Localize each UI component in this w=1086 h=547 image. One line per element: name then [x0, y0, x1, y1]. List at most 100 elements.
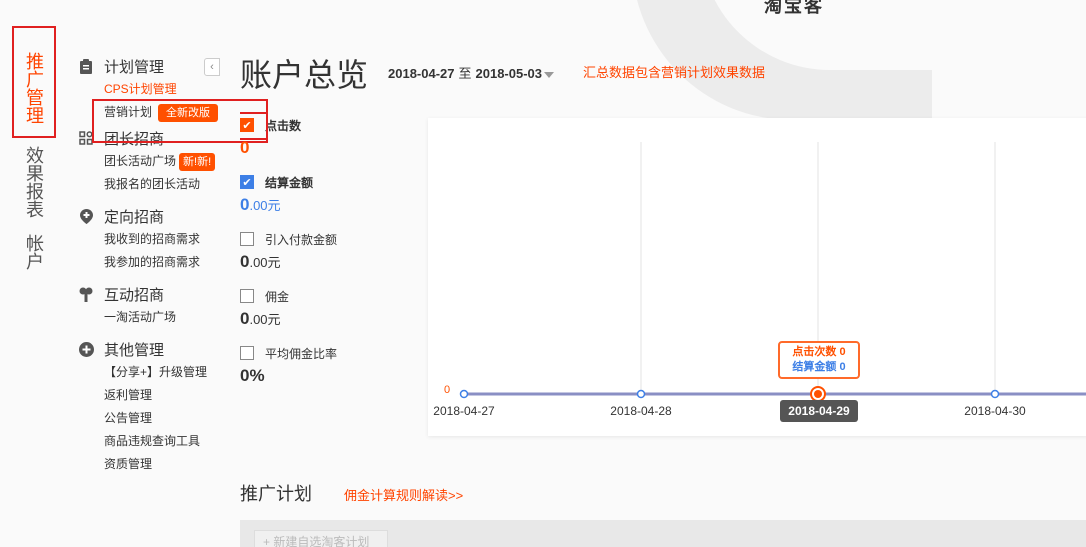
location-pin-icon	[78, 208, 94, 224]
metric-clicks-toggle[interactable]: ✔ 点击数	[240, 116, 420, 134]
metric-value-number: 0	[240, 138, 250, 157]
sidebar-item-label: 【分享+】升级管理	[104, 365, 208, 379]
clipboard-icon	[78, 58, 94, 74]
metric-value: 0.00元	[240, 309, 420, 329]
sidebar-item-rebate[interactable]: 返利管理	[104, 384, 218, 407]
grid-icon	[78, 130, 94, 146]
metric-label: 引入付款金额	[265, 232, 338, 247]
sidebar-item-label: 资质管理	[104, 457, 153, 471]
nav-effect-report[interactable]: 效果报表	[12, 146, 56, 222]
sidebar-item-label: 团长活动广场	[104, 154, 177, 168]
trend-chart: 0 2018-04-27 2018-04-28 2018-04-30	[428, 118, 1086, 436]
metric-clicks: ✔ 点击数 0	[240, 116, 420, 173]
checkbox-icon[interactable]	[240, 289, 254, 303]
tooltip-settlement: 结算金额 0	[792, 361, 846, 373]
sidebar-group-title: 其他管理	[104, 341, 165, 359]
metric-value-unit: .00元	[249, 255, 281, 270]
sidebar-item-announcements[interactable]: 公告管理	[104, 407, 218, 430]
sidebar-group-targeted-recruit: 定向招商	[78, 204, 218, 228]
plus-circle-icon	[78, 341, 94, 357]
chart-x-tick-label: 2018-04-30	[964, 404, 1026, 418]
checkbox-icon[interactable]	[240, 346, 254, 360]
nav-account[interactable]: 帐户	[12, 234, 56, 274]
metric-commission-rate-toggle[interactable]: 平均佣金比率	[240, 344, 420, 362]
chevron-down-icon	[544, 71, 555, 78]
sidebar-item-label: CPS计划管理	[104, 82, 177, 96]
metric-label: 点击数	[265, 118, 302, 133]
metric-label: 结算金额	[265, 175, 314, 190]
date-end: 2018-05-03	[475, 66, 543, 81]
page-title: 账户总览	[240, 57, 369, 93]
sidebar-item-leader-square[interactable]: 团长活动广场 新!新!	[104, 150, 218, 173]
metric-settlement: ✔ 结算金额 0.00元	[240, 173, 420, 230]
sidebar-item-my-leader-activities[interactable]: 我报名的团长活动	[104, 173, 218, 196]
metric-value: 0.00元	[240, 252, 420, 272]
sidebar-item-marketing-plan[interactable]: 营销计划 全新改版	[104, 101, 219, 124]
date-start: 2018-04-27	[388, 66, 455, 81]
sidebar-item-share-upgrade[interactable]: 【分享+】升级管理	[104, 361, 218, 384]
chart-point	[459, 389, 469, 399]
chart-x-tick-label: 2018-04-27	[433, 404, 495, 418]
metric-commission-rate: 平均佣金比率 0%	[240, 344, 420, 401]
metric-value: 0.00元	[240, 195, 420, 215]
sidebar-item-cps-plan[interactable]: CPS计划管理	[104, 78, 218, 101]
metric-label: 佣金	[265, 289, 290, 304]
chart-tooltip: 点击次数 0 结算金额 0	[778, 341, 860, 379]
date-separator: 至	[458, 66, 472, 81]
sidebar-item-label: 商品违规查询工具	[104, 434, 201, 448]
sidebar-item-violation-query[interactable]: 商品违规查询工具	[104, 430, 218, 453]
nav-promotion-management[interactable]: 推广管理	[12, 26, 56, 138]
section-title: 推广计划	[240, 484, 312, 504]
chart-y-tick-label: 0	[444, 384, 450, 396]
checkbox-checked-icon[interactable]: ✔	[240, 175, 254, 189]
checkbox-icon[interactable]	[240, 232, 254, 246]
nav-label: 效果报表	[24, 146, 44, 218]
sidebar-group-plan-management: 计划管理	[78, 54, 218, 78]
metric-label: 平均佣金比率	[265, 346, 338, 361]
new-plan-button[interactable]: + 新建自选淘客计划	[254, 530, 388, 547]
metric-commission-toggle[interactable]: 佣金	[240, 287, 420, 305]
site-title: 淘宝客	[764, 0, 824, 16]
sidebar-item-qualification[interactable]: 资质管理	[104, 453, 218, 476]
metric-value-number: 0%	[240, 366, 265, 385]
sidebar-item-label: 我报名的团长活动	[104, 177, 201, 191]
sidebar-item-etao-square[interactable]: 一淘活动广场	[104, 306, 218, 329]
sidebar-item-label: 返利管理	[104, 388, 153, 402]
sidebar-group-title: 互动招商	[104, 286, 165, 304]
metric-value: 0	[240, 138, 420, 158]
metric-payment-toggle[interactable]: 引入付款金额	[240, 230, 420, 248]
new-badge: 新!新!	[179, 152, 216, 171]
metrics-panel: ✔ 点击数 0 ✔ 结算金额 0.00元 引入付款金额 0.00元 佣金 0.00元…	[240, 116, 420, 401]
sidebar-item-joined-requests[interactable]: 我参加的招商需求	[104, 251, 218, 274]
checkbox-checked-icon[interactable]: ✔	[240, 118, 254, 132]
sidebar-group-title: 团长招商	[104, 130, 165, 148]
sidebar-item-label: 一淘活动广场	[104, 310, 177, 324]
metric-payment: 引入付款金额 0.00元	[240, 230, 420, 287]
sidebar: 计划管理 CPS计划管理 营销计划 全新改版 团长招商 团长活动广场 新!新! 我报…	[78, 54, 219, 476]
sidebar-group-leader-recruit: 团长招商	[78, 126, 218, 150]
sidebar-group-other-management: 其他管理	[78, 337, 218, 361]
sidebar-item-received-requests[interactable]: 我收到的招商需求	[104, 228, 218, 251]
chart-x-tick-label: 2018-04-28	[610, 404, 672, 418]
metric-settlement-toggle[interactable]: ✔ 结算金额	[240, 173, 420, 191]
summary-note: 汇总数据包含营销计划效果数据	[583, 65, 766, 80]
trend-chart-svg: 0 2018-04-27 2018-04-28 2018-04-30	[433, 142, 1086, 418]
tooltip-date: 2018-04-29	[780, 400, 858, 422]
sidebar-group-title: 定向招商	[104, 208, 165, 226]
sidebar-item-label: 我收到的招商需求	[104, 232, 201, 246]
sidebar-item-label: 我参加的招商需求	[104, 255, 201, 269]
date-range-picker[interactable]: 2018-04-27 至 2018-05-03	[388, 63, 555, 82]
interaction-icon	[78, 286, 94, 302]
sidebar-group-title: 计划管理	[104, 58, 165, 76]
commission-rules-link[interactable]: 佣金计算规则解读>>	[344, 485, 463, 504]
nav-label: 帐户	[24, 234, 44, 270]
metric-value-unit: .00元	[249, 312, 281, 327]
new-version-badge: 全新改版	[158, 103, 219, 122]
tooltip-clicks: 点击次数 0	[792, 346, 846, 358]
sidebar-group-interactive-recruit: 互动招商	[78, 282, 218, 306]
metric-commission: 佣金 0.00元	[240, 287, 420, 344]
chart-point	[636, 389, 646, 399]
metric-value: 0%	[240, 366, 420, 386]
chart-point-highlight-core	[814, 390, 822, 398]
chart-point	[990, 389, 1000, 399]
